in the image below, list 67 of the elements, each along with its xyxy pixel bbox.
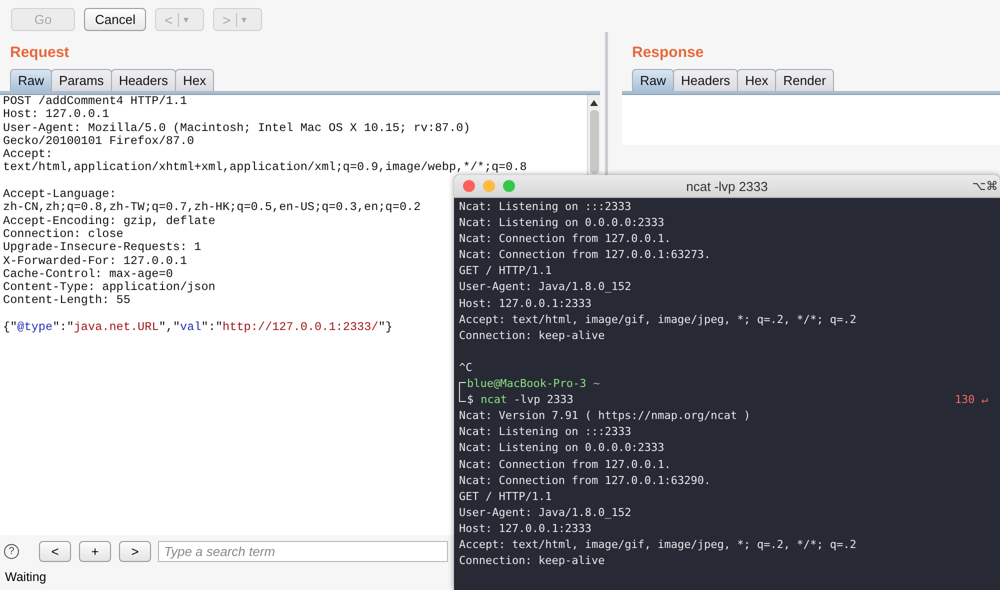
code-line: zh-CN,zh;q=0.8,zh-TW;q=0.7,zh-HK;q=0.5,en-US;q=0.3,en;q=0.2: [3, 201, 421, 215]
tab[interactable]: Render: [775, 69, 834, 91]
terminal-line: GET / HTTP/1.1: [459, 263, 553, 280]
search-field[interactable]: Type a search term: [158, 540, 448, 562]
code-line: {"@type":"java.net.URL","val":"http://127.0.0.1:2333/"}: [3, 321, 392, 334]
prompt-symbol: $: [467, 392, 474, 408]
code-line: User-Agent: Mozilla/5.0 (Macintosh; Intel Mac OS X 10.15; rv:87.0): [3, 122, 470, 135]
prompt-user: blue@MacBook-Pro-3: [467, 376, 586, 392]
code-line: Content-Length: 55: [3, 294, 130, 308]
terminal-line: Host: 127.0.0.1:2333: [459, 296, 592, 312]
terminal-line: Accept: text/html, image/gif, image/jpeg, *; q=.2, */*; q=.2: [459, 312, 858, 328]
panel-title: Request: [9, 43, 70, 63]
terminal-line: Ncat: Connection from 127.0.0.1:63290.: [459, 472, 712, 489]
code-line: Cache-Control: max-age=0: [3, 268, 173, 282]
terminal-line: Ncat: Version 7.91 ( https://nmap.org/ncat ): [459, 408, 752, 424]
terminal-line: User-Agent: Java/1.8.0_152: [459, 504, 632, 521]
code-line: Host: 127.0.0.1: [3, 108, 110, 122]
terminal-line: Connection: keep-alive: [459, 553, 606, 570]
response-viewer[interactable]: [622, 95, 1000, 145]
terminal-line: Ncat: Connection from 127.0.0.1:63273.: [459, 247, 712, 264]
terminal-line: Ncat: Listening on 0.0.0.0:2333: [459, 215, 666, 232]
search-nav-button[interactable]: <: [39, 540, 71, 562]
code-line: X-Forwarded-For: 127.0.0.1: [3, 254, 188, 268]
terminal-line: Ncat: Listening on 0.0.0.0:2333: [459, 440, 666, 456]
tab[interactable]: Headers: [673, 69, 738, 91]
toolbar-button[interactable]: Cancel: [84, 8, 146, 31]
command-text: ncat -lvp 2333: [480, 392, 574, 408]
terminal-line: User-Agent: Java/1.8.0_152: [459, 279, 632, 296]
terminal-line: Ncat: Listening on :::2333: [459, 424, 632, 440]
scrollbar[interactable]: [587, 95, 600, 175]
code-line: Connection: close: [3, 228, 124, 242]
code-line: Upgrade-Insecure-Requests: 1: [3, 241, 202, 255]
code-line: POST /addComment4 HTTP/1.1: [3, 95, 188, 108]
minimize-button[interactable]: [483, 180, 495, 192]
zoom-button[interactable]: [503, 180, 515, 192]
terminal-line: Ncat: Connection from 127.0.0.1.: [459, 456, 672, 472]
tab[interactable]: Raw: [632, 69, 674, 91]
code-line: Gecko/20100101 Firefox/87.0: [3, 134, 194, 148]
tab[interactable]: Raw: [10, 69, 52, 91]
terminal-line: Ncat: Listening on :::2333: [459, 199, 632, 215]
window-title: ncat -lvp 2333: [686, 178, 768, 194]
terminal-line: Host: 127.0.0.1:2333: [459, 520, 592, 537]
prompt-directory: ~: [593, 376, 600, 392]
pane-divider[interactable]: [605, 32, 608, 175]
search-nav-button[interactable]: +: [79, 540, 111, 562]
tab[interactable]: Hex: [174, 69, 214, 91]
code-line: Content-Type: application/json: [3, 281, 216, 294]
terminal-line: GET / HTTP/1.1: [459, 488, 553, 505]
help-icon[interactable]: ?: [4, 544, 19, 558]
exit-code: 130 ↵: [954, 392, 988, 408]
panel-title: Response: [631, 43, 705, 63]
terminal-line: ^C: [459, 360, 474, 376]
code-line: Accept-Encoding: gzip, deflate: [3, 214, 216, 228]
code-line: Accept-Language:: [3, 188, 116, 202]
search-nav-button[interactable]: >: [119, 540, 151, 562]
tab[interactable]: Headers: [110, 69, 176, 91]
code-line: text/html,application/xhtml+xml,application/xml;q=0.9,image/webp,*/*;q=0.8: [3, 161, 527, 175]
close-button[interactable]: [463, 180, 475, 192]
scroll-thumb[interactable]: [590, 110, 598, 174]
tab[interactable]: Hex: [737, 69, 776, 91]
terminal-line: Ncat: Connection from 127.0.0.1.: [459, 231, 672, 248]
terminal-line: Accept: text/html, image/gif, image/jpeg, *; q=.2, */*; q=.2: [459, 536, 858, 553]
status-text: Waiting: [4, 569, 48, 586]
shortcut-text: ⌥⌘: [972, 179, 999, 193]
terminal-line: Connection: keep-alive: [459, 328, 606, 344]
tab[interactable]: Params: [51, 69, 112, 91]
code-line: Accept:: [3, 148, 53, 162]
